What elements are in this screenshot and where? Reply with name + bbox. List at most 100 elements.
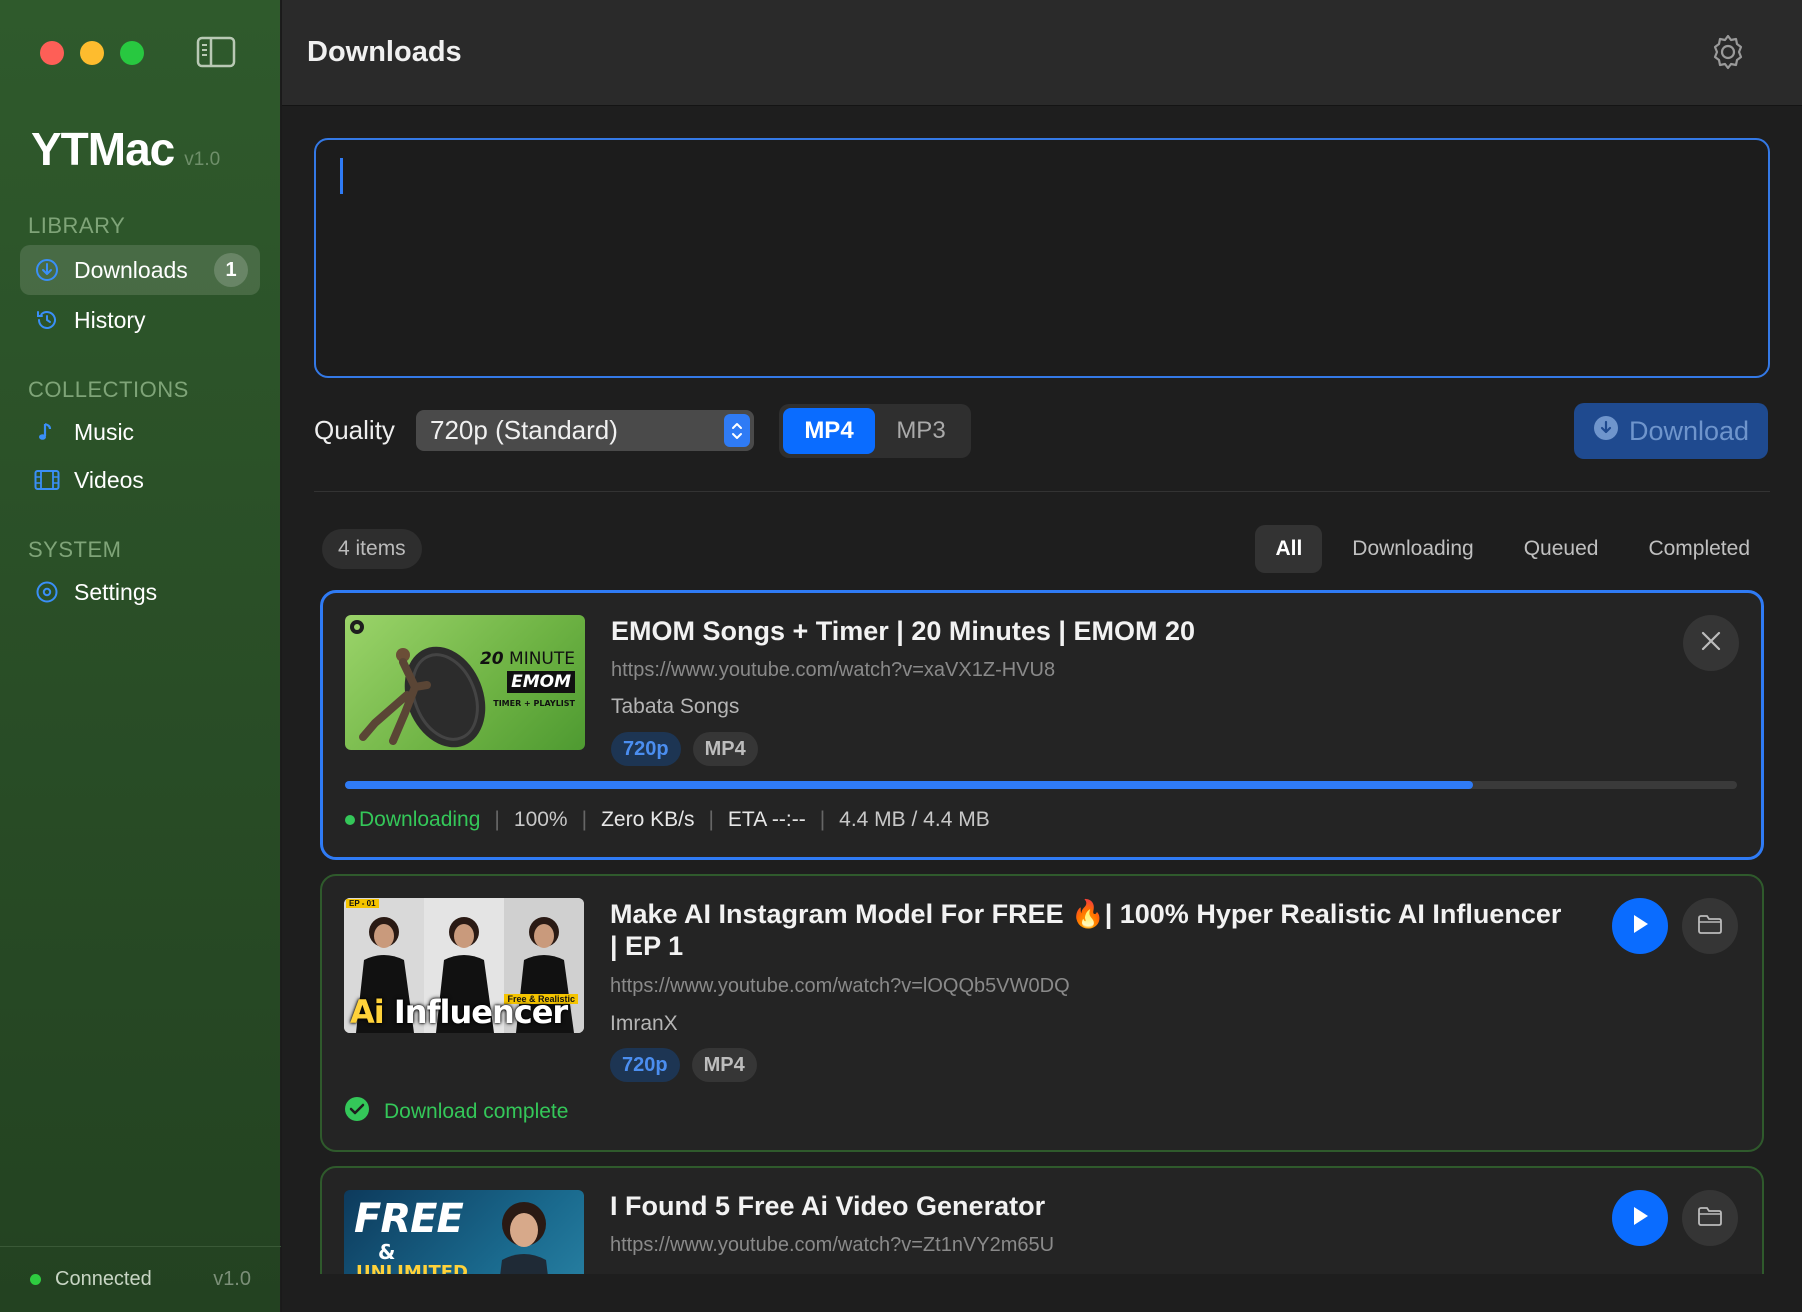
app-brand: YTMac v1.0 [31, 122, 220, 176]
downloads-list: 20 MINUTE EMOM TIMER + PLAYLIST EMOM Son… [320, 590, 1764, 1274]
sidebar-item-label: History [74, 306, 146, 333]
format-tag: MP4 [691, 1048, 757, 1082]
play-button[interactable] [1612, 1190, 1668, 1246]
connection-status-dot [30, 1274, 41, 1285]
download-arrow-icon [1593, 415, 1619, 448]
download-button[interactable]: Download [1574, 403, 1768, 459]
filter-tabs: All Downloading Queued Completed [1255, 525, 1770, 573]
format-mp4-option[interactable]: MP4 [783, 408, 875, 454]
video-url: https://www.youtube.com/watch?v=Zt1nVY2m… [610, 1234, 1055, 1256]
thumbnail-free-text: FREE [354, 1196, 464, 1242]
play-icon [1630, 1205, 1650, 1232]
download-item[interactable]: 20 MINUTE EMOM TIMER + PLAYLIST EMOM Son… [320, 590, 1764, 860]
sidebar-item-label: Downloads [74, 256, 188, 283]
settings-gear-icon[interactable] [1708, 32, 1748, 72]
titlebar: Downloads [282, 0, 1802, 106]
download-item[interactable]: FREE & UNLIMITED I Found 5 Free Ai Video… [320, 1166, 1764, 1274]
thumbnail-unlimited-text: UNLIMITED [356, 1262, 468, 1274]
film-icon [34, 467, 60, 493]
format-mp3-option[interactable]: MP3 [875, 408, 967, 454]
video-thumbnail: 20 MINUTE EMOM TIMER + PLAYLIST [345, 615, 585, 750]
checkmark-circle-icon [344, 1096, 370, 1128]
play-icon [1630, 913, 1650, 940]
complete-label: Download complete [384, 1100, 569, 1123]
download-size: 4.4 MB / 4.4 MB [839, 808, 990, 831]
minimize-window-button[interactable] [80, 41, 104, 65]
progress-fill [345, 781, 1473, 789]
sidebar-item-downloads[interactable]: Downloads 1 [20, 245, 260, 295]
chevron-up-down-icon [724, 414, 750, 447]
page-title: Downloads [307, 36, 462, 68]
app-version: v1.0 [184, 149, 221, 170]
quality-select[interactable]: 720p (Standard) [416, 410, 754, 451]
zoom-window-button[interactable] [120, 41, 144, 65]
section-library: LIBRARY [28, 213, 126, 238]
cancel-download-button[interactable] [1683, 615, 1739, 671]
format-segmented-control: MP4 MP3 [779, 404, 971, 458]
quality-tag: 720p [611, 732, 681, 766]
channel-name: ImranX [610, 1012, 678, 1035]
text-caret [340, 158, 343, 194]
video-thumbnail: FREE & UNLIMITED [344, 1190, 584, 1274]
sidebar-item-label: Videos [74, 466, 144, 493]
sidebar-footer: Connected v1.0 [0, 1246, 281, 1312]
download-speed: Zero KB/s [601, 808, 695, 831]
sidebar-item-label: Settings [74, 578, 158, 605]
folder-icon [1697, 913, 1723, 940]
episode-label: EP - 01 [346, 899, 379, 908]
sidebar-item-history[interactable]: History [20, 295, 260, 345]
main-content: Downloads Quality 720p (Standard) MP4 MP… [282, 0, 1802, 1312]
video-url: https://www.youtube.com/watch?v=xaVX1Z-H… [611, 659, 1056, 681]
status-dot [345, 815, 355, 825]
filter-queued[interactable]: Queued [1504, 525, 1619, 573]
video-url: https://www.youtube.com/watch?v=lOQQb5VW… [610, 975, 1070, 997]
progress-percent: 100% [513, 808, 568, 831]
items-count: 4 items [322, 529, 422, 569]
download-button-label: Download [1628, 415, 1750, 446]
download-complete-status: Download complete [344, 1096, 568, 1128]
progress-bar [345, 781, 1737, 789]
filter-completed[interactable]: Completed [1628, 525, 1770, 573]
video-title-line-2: | EP 1 [610, 931, 684, 961]
connection-status: Connected [55, 1268, 152, 1290]
url-input[interactable] [314, 138, 1770, 378]
download-eta: ETA --:-- [727, 808, 806, 831]
quality-tag: 720p [610, 1048, 680, 1082]
app-name: YTMac [31, 123, 175, 175]
sidebar-item-music[interactable]: Music [20, 407, 260, 457]
filter-downloading[interactable]: Downloading [1332, 525, 1493, 573]
thumbnail-caption: Ai Influencer [350, 993, 568, 1031]
show-in-folder-button[interactable] [1682, 1190, 1738, 1246]
format-tag: MP4 [692, 732, 758, 766]
divider [314, 491, 1770, 492]
video-title: EMOM Songs + Timer | 20 Minutes | EMOM 2… [611, 616, 1195, 646]
footer-version: v1.0 [213, 1268, 251, 1290]
play-button[interactable] [1612, 898, 1668, 954]
folder-icon [1697, 1205, 1723, 1232]
download-item[interactable]: EP - 01 Free & Realistic Ai Influencer M… [320, 874, 1764, 1152]
quality-select-value: 720p (Standard) [430, 415, 618, 445]
download-status-line: Downloading | 100% | Zero KB/s | ETA --:… [345, 808, 990, 832]
video-title-line-1: Make AI Instagram Model For FREE 🔥| 100%… [610, 899, 1562, 929]
thumbnail-caption: 20 MINUTE EMOM TIMER + PLAYLIST [479, 649, 575, 708]
show-in-folder-button[interactable] [1682, 898, 1738, 954]
sidebar-item-label: Music [74, 418, 135, 445]
channel-name: Tabata Songs [611, 695, 740, 718]
quality-label: Quality [314, 415, 395, 445]
item-tags: 720p MP4 [610, 1048, 757, 1082]
downloads-count-badge: 1 [214, 253, 248, 287]
sidebar-item-videos[interactable]: Videos [20, 455, 260, 505]
section-collections: COLLECTIONS [28, 377, 189, 402]
sidebar-toggle-icon[interactable] [196, 36, 236, 68]
music-note-icon [34, 419, 60, 445]
close-icon [1700, 630, 1722, 657]
download-circle-icon [34, 257, 60, 283]
sidebar-item-settings[interactable]: Settings [20, 567, 260, 617]
close-window-button[interactable] [40, 41, 64, 65]
status-downloading: Downloading [345, 808, 480, 832]
video-title: Make AI Instagram Model For FREE 🔥| 100%… [610, 898, 1561, 962]
filter-all[interactable]: All [1255, 525, 1323, 573]
video-thumbnail: EP - 01 Free & Realistic Ai Influencer [344, 898, 584, 1033]
thumbnail-amp-text: & [378, 1240, 396, 1264]
gear-icon [34, 579, 60, 605]
